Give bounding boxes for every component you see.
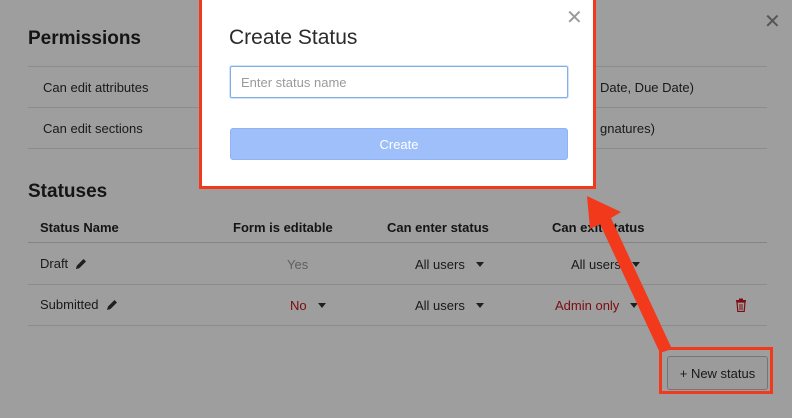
annotation-highlight-new-status [659, 347, 773, 394]
status-name-input[interactable] [230, 66, 568, 98]
create-button[interactable]: Create [230, 128, 568, 160]
create-status-modal: Create Status ✕ Create [199, 0, 596, 189]
modal-title: Create Status [229, 26, 358, 49]
close-icon[interactable]: ✕ [566, 8, 583, 28]
